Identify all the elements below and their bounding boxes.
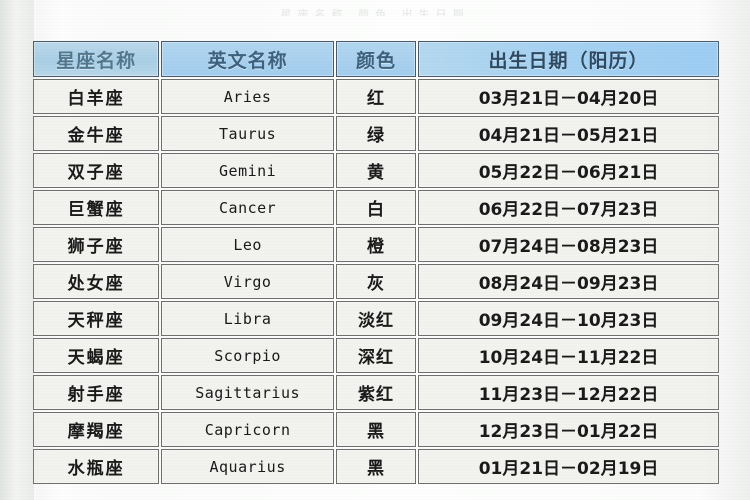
cell-color: 红	[335, 79, 417, 114]
table-header-row: 星座名称 英文名称 颜色 出生日期（阳历）	[33, 41, 719, 77]
cell-zodiac-name: 射手座	[33, 375, 160, 410]
column-header-color: 颜色	[335, 41, 417, 77]
cell-birthdate: 01月21日－02月19日	[418, 449, 719, 484]
scan-edge-band	[0, 0, 34, 500]
table-row: 水瓶座 Aquarius 黑 01月21日－02月19日	[33, 449, 719, 484]
cell-english-name: Libra	[161, 301, 334, 336]
cell-color: 紫红	[335, 375, 417, 410]
cell-birthdate: 09月24日－10月23日	[418, 301, 719, 336]
table-body: 白羊座 Aries 红 03月21日－04月20日 金牛座 Taurus 绿 04月21日－0…	[33, 79, 719, 484]
cell-color: 白	[335, 190, 417, 225]
cell-birthdate: 08月24日－09月23日	[418, 264, 719, 299]
table-row: 射手座 Sagittarius 紫红 11月23日－12月22日	[33, 375, 719, 410]
cell-english-name: Leo	[161, 227, 334, 262]
table-row: 摩羯座 Capricorn 黑 12月23日－01月22日	[33, 412, 719, 447]
cell-english-name: Virgo	[161, 264, 334, 299]
table-row: 处女座 Virgo 灰 08月24日－09月23日	[33, 264, 719, 299]
cell-color: 黄	[335, 153, 417, 188]
cell-zodiac-name: 狮子座	[33, 227, 160, 262]
table-row: 白羊座 Aries 红 03月21日－04月20日	[33, 79, 719, 114]
cell-color: 黑	[335, 449, 417, 484]
cell-zodiac-name: 金牛座	[33, 116, 160, 151]
cell-zodiac-name: 白羊座	[33, 79, 160, 114]
cell-english-name: Scorpio	[161, 338, 334, 373]
cell-color: 橙	[335, 227, 417, 262]
cell-birthdate: 06月22日－07月23日	[418, 190, 719, 225]
table-row: 天蝎座 Scorpio 深红 10月24日－11月22日	[33, 338, 719, 373]
table-row: 金牛座 Taurus 绿 04月21日－05月21日	[33, 116, 719, 151]
cell-birthdate: 10月24日－11月22日	[418, 338, 719, 373]
cell-zodiac-name: 巨蟹座	[33, 190, 160, 225]
cell-color: 灰	[335, 264, 417, 299]
cell-color: 深红	[335, 338, 417, 373]
cell-birthdate: 12月23日－01月22日	[418, 412, 719, 447]
cell-color: 绿	[335, 116, 417, 151]
cell-birthdate: 04月21日－05月21日	[418, 116, 719, 151]
table-header: 星座名称 英文名称 颜色 出生日期（阳历）	[33, 41, 719, 77]
zodiac-table: 星座名称 英文名称 颜色 出生日期（阳历） 白羊座 Aries 红 03月21日－04…	[31, 39, 721, 486]
cell-zodiac-name: 天秤座	[33, 301, 160, 336]
cell-zodiac-name: 处女座	[33, 264, 160, 299]
column-header-name: 星座名称	[33, 41, 160, 77]
column-header-birthdate: 出生日期（阳历）	[418, 41, 719, 77]
cell-birthdate: 03月21日－04月20日	[418, 79, 719, 114]
cell-english-name: Gemini	[161, 153, 334, 188]
cell-english-name: Sagittarius	[161, 375, 334, 410]
cell-zodiac-name: 摩羯座	[33, 412, 160, 447]
column-header-english: 英文名称	[161, 41, 334, 77]
scanned-page: 星座名称 颜色 出生日期 星座名称 英文名称 颜色 出生日期（阳历） 白羊座 Ar…	[0, 0, 750, 500]
table-row: 天秤座 Libra 淡红 09月24日－10月23日	[33, 301, 719, 336]
cell-color: 黑	[335, 412, 417, 447]
cell-color: 淡红	[335, 301, 417, 336]
cell-birthdate: 07月24日－08月23日	[418, 227, 719, 262]
table-row: 巨蟹座 Cancer 白 06月22日－07月23日	[33, 190, 719, 225]
cell-english-name: Aquarius	[161, 449, 334, 484]
cell-birthdate: 11月23日－12月22日	[418, 375, 719, 410]
cell-zodiac-name: 水瓶座	[33, 449, 160, 484]
cell-english-name: Taurus	[161, 116, 334, 151]
cut-off-header-text: 星座名称 颜色 出生日期	[0, 0, 750, 16]
cell-english-name: Aries	[161, 79, 334, 114]
cell-zodiac-name: 双子座	[33, 153, 160, 188]
cell-birthdate: 05月22日－06月21日	[418, 153, 719, 188]
cell-zodiac-name: 天蝎座	[33, 338, 160, 373]
table-row: 狮子座 Leo 橙 07月24日－08月23日	[33, 227, 719, 262]
cell-english-name: Cancer	[161, 190, 334, 225]
table-row: 双子座 Gemini 黄 05月22日－06月21日	[33, 153, 719, 188]
cut-off-header-label: 星座名称 颜色 出生日期	[280, 8, 470, 16]
cell-english-name: Capricorn	[161, 412, 334, 447]
